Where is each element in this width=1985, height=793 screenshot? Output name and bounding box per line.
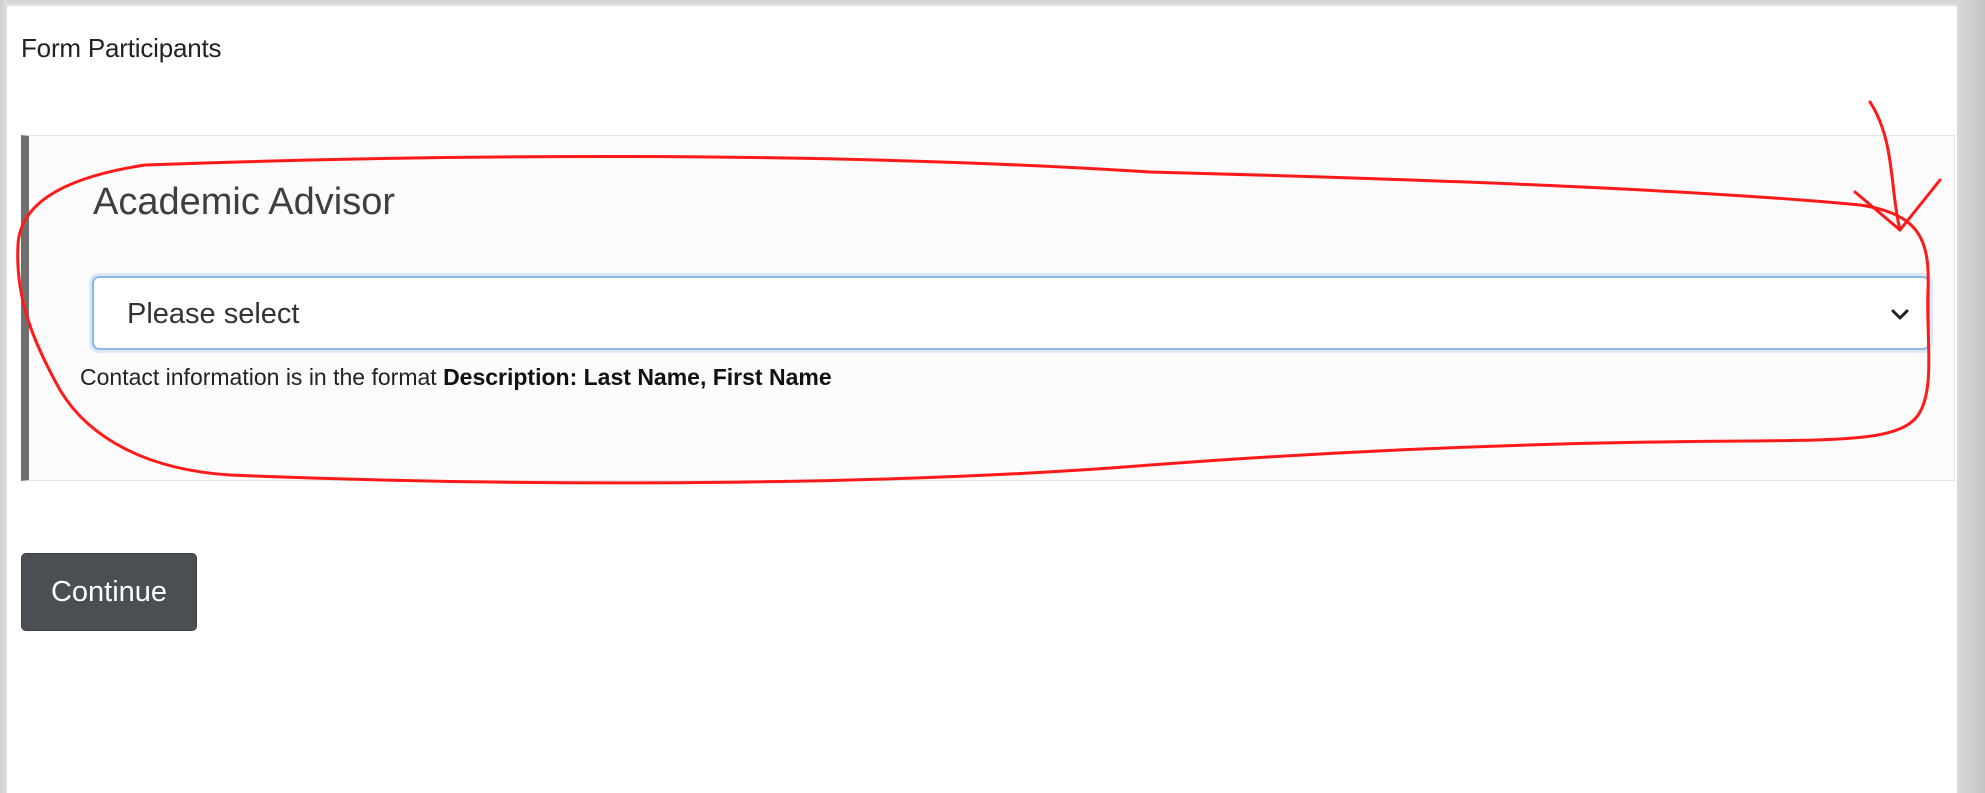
- participant-panel: Academic Advisor Please select Contact i…: [21, 135, 1955, 481]
- window-left-edge: [0, 0, 7, 793]
- academic-advisor-select[interactable]: Please select: [92, 276, 1930, 350]
- window-top-edge: [0, 0, 1985, 6]
- page-frame: Form Participants Academic Advisor Pleas…: [0, 0, 1985, 793]
- panel-title: Academic Advisor: [93, 181, 396, 223]
- chevron-down-icon: [1891, 309, 1909, 320]
- help-text: Contact information is in the format Des…: [80, 364, 832, 391]
- help-text-format: Description: Last Name, First Name: [443, 364, 832, 390]
- help-text-prefix: Contact information is in the format: [80, 364, 444, 390]
- section-heading: Form Participants: [21, 33, 222, 63]
- select-value: Please select: [127, 298, 300, 330]
- window-right-edge: [1957, 0, 1985, 793]
- continue-button[interactable]: Continue: [21, 553, 197, 631]
